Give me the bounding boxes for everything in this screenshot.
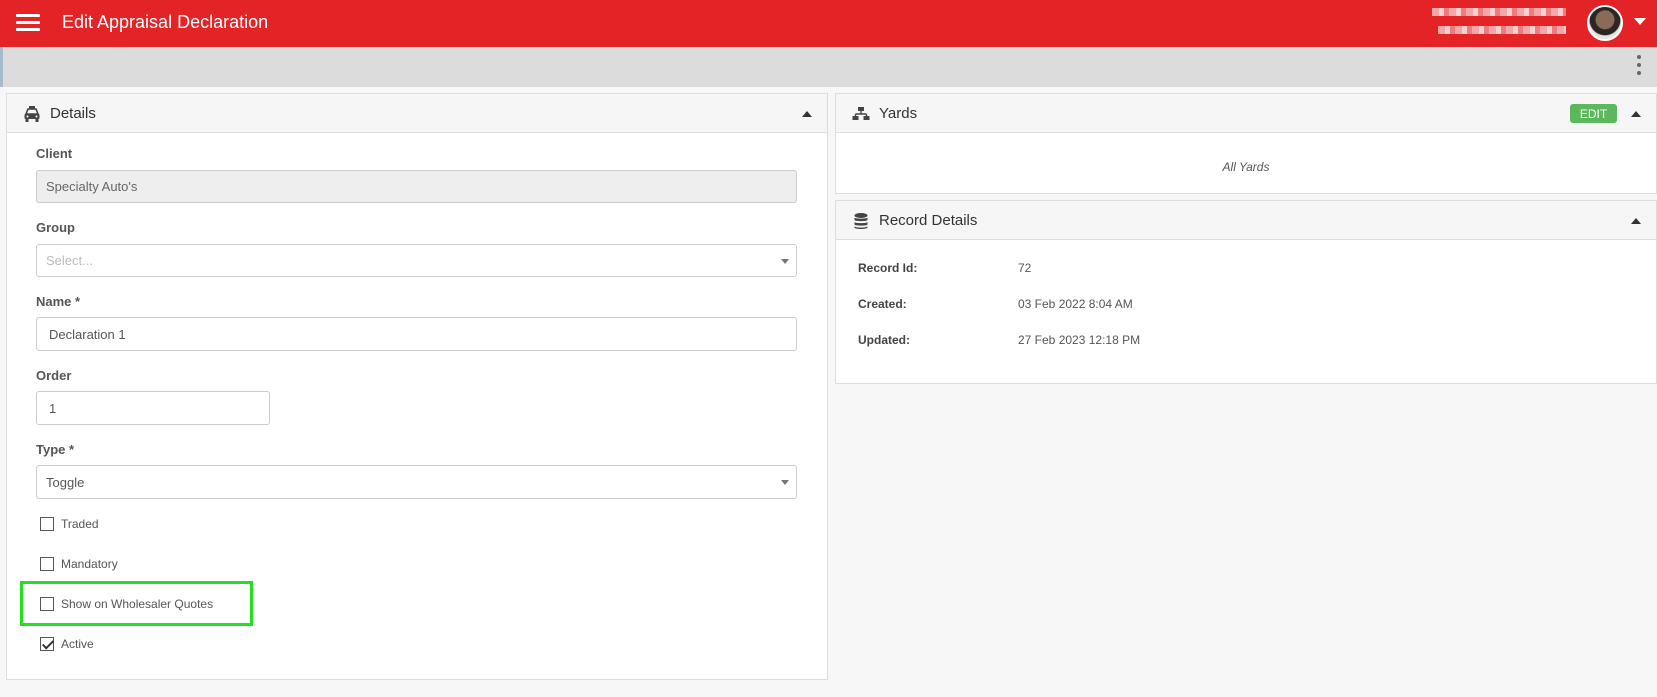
traded-label: Traded (61, 517, 99, 531)
chevron-down-icon (781, 480, 789, 485)
yards-panel-header[interactable]: Yards (836, 94, 1656, 133)
type-select[interactable]: Toggle (36, 465, 797, 499)
updated-label: Updated: (858, 333, 910, 347)
name-value: Declaration 1 (49, 326, 126, 342)
checkbox-box[interactable] (40, 597, 54, 611)
mandatory-label: Mandatory (61, 557, 118, 571)
record-details-panel-header[interactable]: Record Details (836, 201, 1656, 240)
checkbox-box[interactable] (40, 637, 54, 651)
kebab-menu-icon[interactable] (1636, 55, 1642, 77)
checkbox-box[interactable] (40, 517, 54, 531)
group-placeholder: Select... (46, 253, 93, 268)
client-label: Client (36, 146, 73, 161)
record-id-label: Record Id: (858, 261, 918, 275)
details-panel-header[interactable]: Details (7, 94, 827, 133)
mandatory-checkbox[interactable]: Mandatory (40, 555, 118, 573)
updated-value: 27 Feb 2023 12:18 PM (1018, 333, 1141, 347)
group-select[interactable]: Select... (36, 244, 797, 277)
type-label: Type * (36, 442, 75, 457)
record-details-panel: Record Details (835, 200, 1657, 384)
chevron-down-icon[interactable] (1634, 18, 1646, 25)
collapse-caret-icon[interactable] (1631, 218, 1641, 224)
order-value: 1 (49, 400, 57, 416)
checkbox-box[interactable] (40, 557, 54, 571)
page-title: Edit Appraisal Declaration (62, 12, 269, 32)
collapse-caret-icon[interactable] (1631, 111, 1641, 117)
yards-title: Yards (879, 105, 918, 122)
all-yards-text: All Yards (1222, 160, 1270, 174)
user-name-redacted[interactable] (1432, 6, 1572, 40)
hamburger-menu-icon[interactable] (16, 14, 40, 32)
name-label: Name * (36, 294, 81, 309)
chevron-down-icon (781, 259, 789, 264)
client-value: Specialty Auto's (46, 179, 138, 194)
order-label: Order (36, 368, 72, 383)
car-icon (24, 106, 40, 122)
active-label: Active (61, 637, 94, 651)
top-app-bar: Edit Appraisal Declaration (0, 0, 1657, 47)
avatar[interactable] (1587, 5, 1623, 41)
type-value: Toggle (46, 474, 85, 490)
name-field[interactable]: Declaration 1 (36, 317, 797, 351)
record-details-title: Record Details (879, 212, 978, 229)
toolbar (0, 47, 1657, 87)
show-on-wholesaler-quotes-checkbox[interactable]: Show on Wholesaler Quotes (40, 595, 213, 613)
edit-yards-button[interactable]: EDIT (1570, 104, 1617, 123)
record-id-value: 72 (1018, 261, 1032, 275)
show-on-wholesaler-quotes-label: Show on Wholesaler Quotes (61, 597, 214, 611)
collapse-caret-icon[interactable] (802, 111, 812, 117)
details-title: Details (50, 105, 96, 122)
created-label: Created: (858, 297, 907, 311)
traded-checkbox[interactable]: Traded (40, 515, 99, 533)
sitemap-icon (852, 107, 870, 120)
yards-panel: Yards (835, 93, 1657, 194)
group-label: Group (36, 220, 75, 235)
client-field: Specialty Auto's (36, 170, 797, 203)
created-value: 03 Feb 2022 8:04 AM (1018, 297, 1133, 311)
database-icon (854, 213, 868, 229)
order-field[interactable]: 1 (36, 391, 270, 425)
active-checkbox[interactable]: Active (40, 635, 94, 653)
